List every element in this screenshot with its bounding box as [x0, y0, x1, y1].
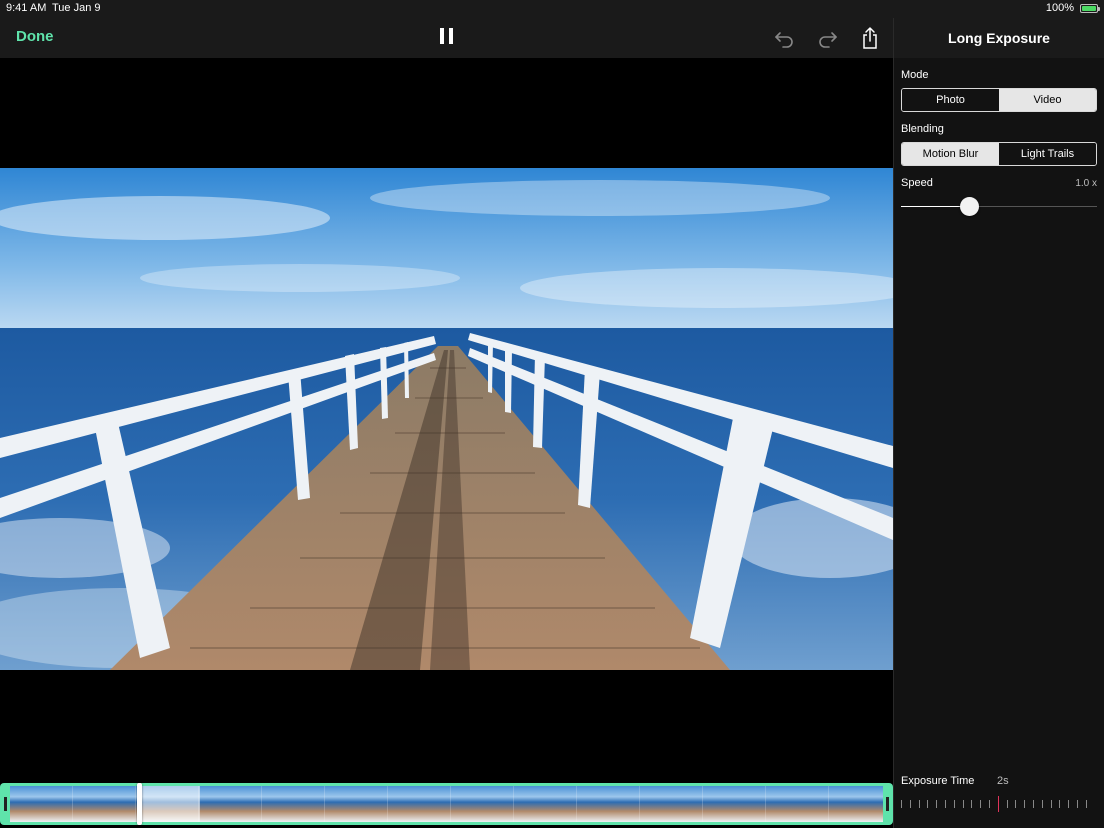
mode-option-video[interactable]: Video — [999, 89, 1096, 111]
ruler-tick — [918, 800, 920, 808]
video-viewer[interactable] — [0, 58, 893, 780]
filmstrip-frame — [703, 786, 766, 822]
speed-value: 1.0 x — [1075, 178, 1097, 189]
ruler-current-marker — [997, 796, 999, 812]
speed-slider-thumb[interactable] — [959, 197, 979, 216]
speed-label: Speed — [901, 177, 933, 189]
exposure-time-value: 2s — [997, 775, 1009, 787]
filmstrip-frame — [262, 786, 325, 822]
filmstrip-frame — [73, 786, 136, 822]
ruler-tick — [927, 800, 929, 808]
ruler-tick — [1059, 800, 1061, 808]
blending-label: Blending — [901, 123, 944, 135]
done-button[interactable]: Done — [16, 28, 54, 45]
ruler-tick — [980, 800, 982, 808]
exposure-time-label: Exposure Time — [901, 775, 975, 787]
ruler-tick — [1033, 800, 1034, 808]
filmstrip-frame — [10, 786, 73, 822]
filmstrip-frame — [829, 786, 883, 822]
ruler-tick — [1041, 800, 1043, 808]
blending-option-motion-blur[interactable]: Motion Blur — [902, 143, 999, 165]
ruler-tick — [962, 800, 964, 808]
blending-segmented-control: Motion Blur Light Trails — [901, 142, 1097, 166]
battery-percent: 100% — [1045, 2, 1074, 14]
redo-icon[interactable] — [816, 26, 840, 50]
panel-title: Long Exposure — [894, 18, 1104, 58]
status-date: Tue Jan 9 — [52, 2, 101, 14]
ruler-tick — [1085, 800, 1087, 808]
pause-icon[interactable] — [440, 28, 454, 44]
filmstrip-frame — [199, 786, 262, 822]
toolbar: Done — [0, 18, 893, 58]
ruler-tick — [901, 800, 902, 808]
trim-handle-right[interactable] — [886, 797, 889, 811]
exposure-range — [141, 786, 200, 822]
mode-segmented-control: Photo Video — [901, 88, 1097, 112]
filmstrip-frame — [640, 786, 703, 822]
filmstrip-frame — [766, 786, 829, 822]
status-bar: 9:41 AM Tue Jan 9 100% — [0, 0, 1104, 18]
ruler-tick — [1050, 800, 1052, 808]
trim-handle-left[interactable] — [4, 797, 7, 811]
pier-photo — [0, 168, 893, 670]
ruler-tick — [1006, 800, 1008, 808]
ruler-tick — [1015, 800, 1017, 808]
ruler-tick — [936, 800, 938, 808]
filmstrip-frame — [514, 786, 577, 822]
settings-panel: Long Exposure Mode Photo Video Blending … — [893, 18, 1104, 828]
filmstrip-frame — [325, 786, 388, 822]
filmstrip-frame — [388, 786, 451, 822]
ruler-tick — [953, 800, 955, 808]
status-time: 9:41 AM — [6, 2, 47, 14]
ruler-tick — [1024, 800, 1026, 808]
ruler-tick — [1077, 800, 1078, 808]
blending-option-light-trails[interactable]: Light Trails — [999, 143, 1096, 165]
exposure-time-ruler[interactable] — [901, 796, 1091, 816]
ruler-tick — [1068, 800, 1070, 808]
undo-icon[interactable] — [772, 26, 796, 50]
filmstrip-frame — [451, 786, 514, 822]
mode-option-photo[interactable]: Photo — [902, 89, 999, 111]
playhead[interactable] — [136, 783, 142, 825]
mode-label: Mode — [901, 69, 929, 81]
battery-icon — [1080, 4, 1100, 13]
ruler-tick — [909, 800, 911, 808]
ruler-tick — [989, 800, 990, 808]
filmstrip-frame — [577, 786, 640, 822]
timeline-filmstrip[interactable] — [0, 783, 893, 825]
ruler-tick — [945, 800, 946, 808]
ruler-tick — [971, 800, 973, 808]
speed-slider[interactable] — [901, 197, 1097, 217]
share-icon[interactable] — [858, 26, 882, 50]
